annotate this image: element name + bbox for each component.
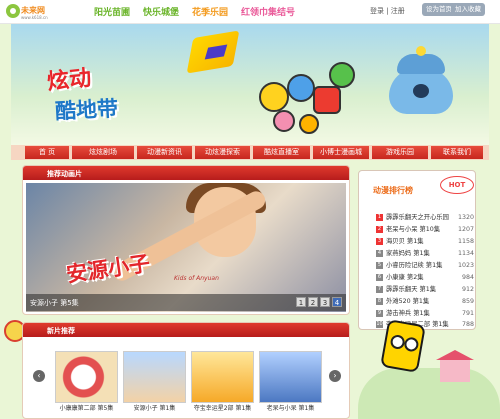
top-bar: 未来网 www.k618.cn 阳光苗圃 快乐城堡 花季乐园 红领巾集结号 登录… [0, 0, 500, 24]
film-caption-3[interactable]: 夺宝幸运星2部 第1集 [191, 403, 254, 412]
new-films-header: 新片推荐 [23, 323, 349, 337]
rank-row[interactable]: 7 霹霹乐翻天 第1集 912 [376, 284, 476, 295]
rank-count: 1320 [457, 214, 474, 221]
decorative-hills [358, 368, 500, 419]
rank-count: 788 [461, 321, 474, 328]
pager-2[interactable]: 2 [308, 297, 318, 307]
rank-title-text[interactable]: 老呆与小呆 第10集 [386, 224, 440, 235]
toplink-castle[interactable]: 快乐城堡 [143, 5, 179, 19]
film-thumb-1[interactable] [55, 351, 118, 403]
film-caption-4[interactable]: 老呆与小呆 第1集 [259, 403, 322, 412]
pager-3[interactable]: 3 [320, 297, 330, 307]
rank-number: 10 [376, 321, 383, 328]
film-caption-1[interactable]: 小康康第二部 第5集 [55, 403, 118, 412]
rank-title-text[interactable]: 小睿历险记续 第1集 [386, 260, 442, 271]
rank-number: 8 [376, 298, 383, 305]
mascot-pink [273, 110, 295, 132]
slide-caption-bar: 安源小子 第5集 1 2 3 4 [26, 294, 346, 311]
rank-title-text[interactable]: 外滩520 第1集 [386, 296, 429, 307]
rank-number: 5 [376, 262, 383, 269]
rank-row[interactable]: 2 老呆与小呆 第10集 1207 [376, 224, 476, 235]
top-links: 阳光苗圃 快乐城堡 花季乐园 红领巾集结号 [94, 5, 295, 19]
rank-count: 1134 [457, 250, 474, 257]
rank-count: 791 [461, 310, 474, 317]
slide-caption[interactable]: 安源小子 第5集 [30, 298, 79, 308]
rank-number: 7 [376, 286, 383, 293]
rank-title-text[interactable]: 霹霹乐翻天 第1集 [386, 284, 436, 295]
hero-banner: 炫动 酷地带 [11, 24, 489, 145]
main-nav: 首 页 炫炫剧场 动漫新资讯 动炫漫探索 酷炫直播室 小博士漫画城 游戏乐园 联… [11, 145, 489, 160]
site-logo[interactable]: 未来网 www.k618.cn [6, 3, 56, 21]
toplink-paradise[interactable]: 花季乐园 [192, 5, 228, 19]
rank-number: 3 [376, 238, 383, 245]
rank-row[interactable]: 6 小康康 第2集 984 [376, 272, 476, 283]
mascot-blue [287, 74, 315, 102]
rank-count: 984 [461, 274, 474, 281]
featured-header: 推荐动画片 [23, 166, 349, 180]
nav-home[interactable]: 首 页 [25, 146, 69, 159]
nav-games[interactable]: 游戏乐园 [372, 146, 428, 159]
film-thumb-4[interactable] [259, 351, 322, 403]
rank-row[interactable]: 8 外滩520 第1集 859 [376, 296, 476, 307]
film-thumb-3[interactable] [191, 351, 254, 403]
rank-number: 1 [376, 214, 383, 221]
mascot-orange [299, 114, 319, 134]
rank-count: 1207 [457, 226, 474, 233]
film-thumb-2[interactable] [123, 351, 186, 403]
film-caption-2[interactable]: 安源小子 第1集 [123, 403, 186, 412]
nav-contact[interactable]: 联系我们 [431, 146, 483, 159]
featured-title: 推荐动画片 [47, 170, 82, 178]
rank-row[interactable]: 1 霹霹乐翻天之开心乐园 1320 [376, 212, 476, 223]
ranking-title: 动漫排行榜 [373, 186, 413, 195]
rank-number: 2 [376, 226, 383, 233]
slide-english-title: Kids of Anyuan [174, 275, 219, 282]
new-films-panel: 新片推荐 ‹ 小康康第二部 第5集 安源小子 第1集 夺宝幸运星2部 第1集 老… [22, 322, 350, 419]
toplink-sunshine[interactable]: 阳光苗圃 [94, 5, 130, 19]
banner-title-1: 炫动 [46, 65, 93, 96]
hot-badge: HOT [440, 176, 474, 194]
slide-pager: 1 2 3 4 [296, 297, 342, 307]
nav-news[interactable]: 动漫新资讯 [137, 146, 192, 159]
login-register-link[interactable]: 登录 | 注册 [370, 6, 405, 16]
rank-number: 6 [376, 274, 383, 281]
mascot-yellow [259, 82, 289, 112]
add-favorite-button[interactable]: 加入收藏 [451, 3, 485, 16]
nav-live[interactable]: 酷炫直播室 [253, 146, 310, 159]
pager-4[interactable]: 4 [332, 297, 342, 307]
toplink-redscarf[interactable]: 红领巾集结号 [241, 5, 295, 19]
banner-title-2: 酷地带 [54, 96, 119, 124]
slide-title-art: 安源小子 [64, 251, 152, 287]
mascot-green [329, 62, 355, 88]
logo-sub: www.k618.cn [21, 15, 48, 20]
rank-title-text[interactable]: 霹霹乐翻天之开心乐园 [386, 212, 449, 223]
rank-count: 912 [461, 286, 474, 293]
featured-slide[interactable]: 安源小子 Kids of Anyuan [26, 183, 346, 312]
rank-row[interactable]: 4 家燕妈妈 第1集 1134 [376, 248, 476, 259]
rank-row[interactable]: 9 游击神兵 第1集 791 [376, 308, 476, 319]
pager-1[interactable]: 1 [296, 297, 306, 307]
nav-explore[interactable]: 动炫漫探索 [195, 146, 250, 159]
rank-title-text[interactable]: 小康康 第2集 [386, 272, 424, 283]
rank-title-text[interactable]: 游击神兵 第1集 [386, 308, 430, 319]
rank-title-text[interactable]: 家燕妈妈 第1集 [386, 248, 430, 259]
rank-count: 859 [461, 298, 474, 305]
mascot-red [313, 86, 341, 114]
rank-number: 4 [376, 250, 383, 257]
rank-title-text[interactable]: 海贝贝 第1集 [386, 236, 424, 247]
logo-icon [6, 4, 20, 18]
prev-arrow-icon[interactable]: ‹ [33, 370, 45, 382]
next-arrow-icon[interactable]: › [329, 370, 341, 382]
yellow-mascot-art [380, 319, 426, 373]
teapot-house-art [383, 46, 459, 116]
nav-comics[interactable]: 小博士漫画城 [313, 146, 369, 159]
featured-panel: 推荐动画片 安源小子 Kids of Anyuan 安源小子 第5集 1 2 3… [22, 165, 350, 315]
rank-count: 1158 [457, 238, 474, 245]
rank-number: 9 [376, 310, 383, 317]
rank-count: 1023 [457, 262, 474, 269]
rank-row[interactable]: 5 小睿历险记续 第1集 1023 [376, 260, 476, 271]
decorative-house [436, 350, 474, 382]
rank-row[interactable]: 3 海贝贝 第1集 1158 [376, 236, 476, 247]
new-films-title: 新片推荐 [47, 327, 75, 335]
nav-theater[interactable]: 炫炫剧场 [72, 146, 134, 159]
